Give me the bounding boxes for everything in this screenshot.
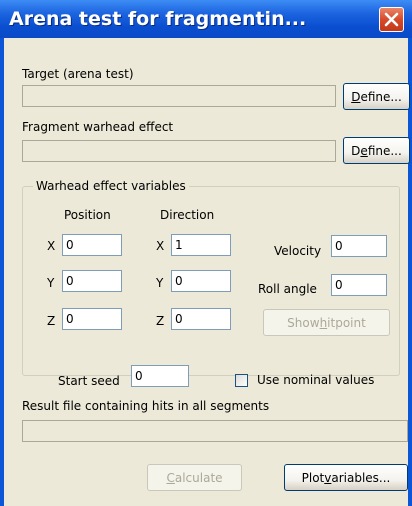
target-label: Target (arena test): [22, 67, 134, 81]
direction-x-input[interactable]: 1: [171, 234, 231, 256]
start-seed-label: Start seed: [58, 374, 120, 388]
plot-variables-mnemonic: v: [324, 470, 332, 485]
show-hitpoint-mnemonic: h: [319, 315, 328, 330]
fragment-field: [22, 140, 336, 162]
position-z-input[interactable]: 0: [62, 308, 122, 330]
close-button[interactable]: [379, 7, 404, 32]
velocity-input[interactable]: 0: [331, 235, 387, 257]
result-file-field: [22, 420, 408, 442]
start-seed-input[interactable]: 0: [131, 365, 189, 387]
define-target-mnemonic: D: [351, 89, 361, 104]
close-icon: [384, 12, 399, 27]
direction-y-input[interactable]: 0: [171, 270, 231, 292]
calculate-button[interactable]: Calculate: [147, 464, 242, 491]
dialog-window: Arena test for fragmentin... Target (are…: [0, 0, 412, 506]
calculate-suffix: alculate: [174, 470, 223, 485]
show-hitpoint-button[interactable]: Show h itpoint: [263, 309, 390, 336]
result-file-label: Result file containing hits in all segme…: [22, 399, 270, 413]
define-target-suffix: efine...: [360, 89, 402, 104]
velocity-label: Velocity: [274, 244, 322, 258]
plot-variables-button[interactable]: Plot v ariables...: [284, 464, 408, 491]
direction-z-label: Z: [156, 314, 165, 328]
position-x-input[interactable]: 0: [62, 234, 122, 256]
calculate-mnemonic: C: [166, 470, 175, 485]
position-y-label: Y: [47, 276, 55, 290]
define-target-button[interactable]: Define...: [343, 83, 410, 110]
plot-variables-suffix: ariables...: [331, 470, 391, 485]
window-title: Arena test for fragmentin...: [9, 8, 307, 30]
position-y-input[interactable]: 0: [62, 270, 122, 292]
nominal-values-label[interactable]: Use nominal values: [257, 373, 374, 387]
plot-variables-prefix: Plot: [301, 470, 325, 485]
define-fragment-suffix: fine...: [367, 143, 402, 158]
show-hitpoint-suffix: itpoint: [327, 315, 366, 330]
direction-z-input[interactable]: 0: [171, 308, 231, 330]
define-fragment-mnemonic: e: [360, 143, 368, 158]
roll-angle-label: Roll angle: [258, 282, 317, 296]
nominal-values-checkbox[interactable]: [235, 374, 248, 387]
roll-angle-input[interactable]: 0: [331, 274, 387, 296]
dialog-body: Target (arena test) Define... Fragment w…: [4, 38, 410, 506]
position-header: Position: [64, 208, 111, 222]
title-bar[interactable]: Arena test for fragmentin...: [0, 0, 412, 38]
fragment-label: Fragment warhead effect: [22, 120, 174, 134]
define-fragment-prefix: D: [351, 143, 361, 158]
direction-header: Direction: [160, 208, 215, 222]
target-field: [22, 85, 336, 107]
position-z-label: Z: [47, 314, 56, 328]
show-hitpoint-prefix: Show: [287, 315, 320, 330]
position-x-label: X: [47, 239, 56, 253]
direction-x-label: X: [156, 239, 165, 253]
direction-y-label: Y: [156, 276, 164, 290]
warhead-group-title: Warhead effect variables: [33, 178, 189, 194]
define-fragment-button[interactable]: De fine...: [343, 137, 410, 164]
